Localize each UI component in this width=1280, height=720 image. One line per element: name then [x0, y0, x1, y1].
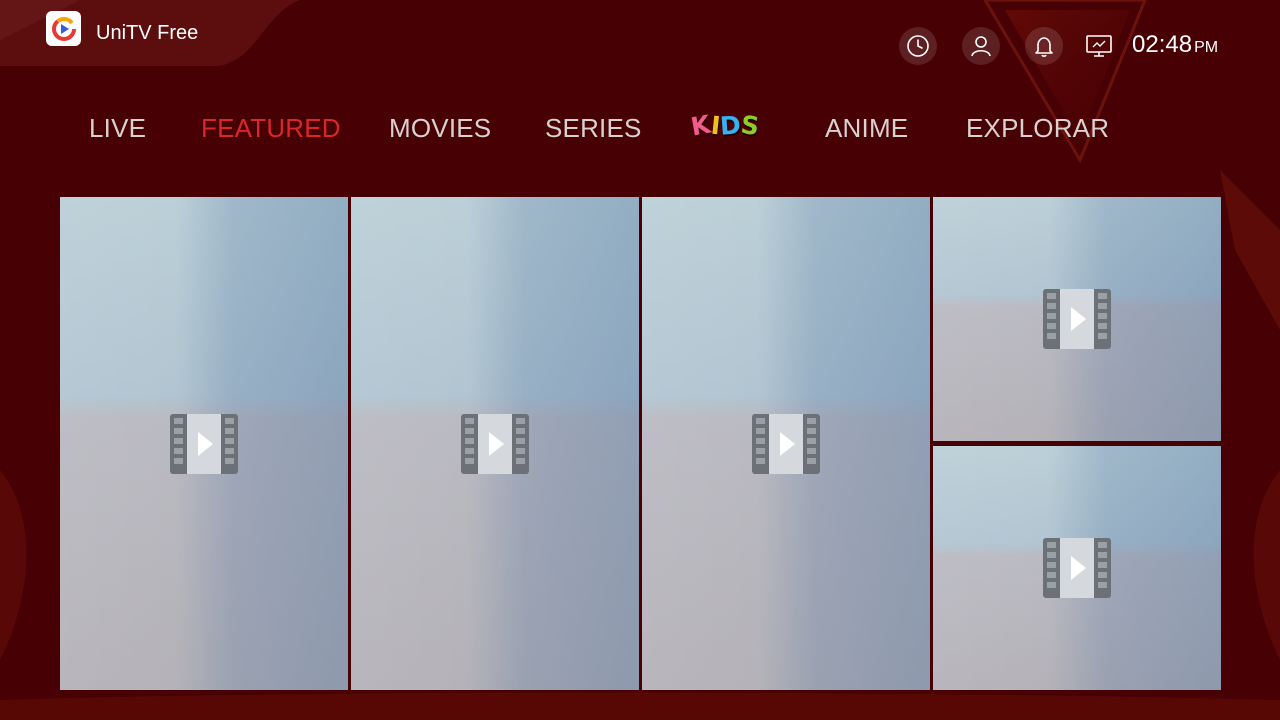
main-nav: LIVE FEATURED MOVIES SERIES KIDS ANIME E…: [0, 109, 1280, 147]
user-profile-icon: [971, 36, 991, 57]
clock-time: 02:48: [1132, 31, 1193, 58]
featured-tile-2[interactable]: [351, 197, 639, 690]
notifications-button[interactable]: [1025, 27, 1063, 65]
tab-live[interactable]: LIVE: [89, 113, 146, 144]
history-clock-icon: [907, 35, 929, 57]
featured-tile-5[interactable]: [933, 446, 1221, 690]
app-title: UniTV Free: [96, 22, 199, 44]
app-logo: [46, 11, 81, 46]
clock-ampm: PM: [1194, 39, 1219, 56]
featured-tile-3[interactable]: [642, 197, 930, 690]
profile-button[interactable]: [962, 27, 1000, 65]
tab-explorar[interactable]: EXPLORAR: [966, 113, 1109, 144]
cast-button[interactable]: [1080, 27, 1118, 65]
featured-tile-1[interactable]: [60, 197, 348, 690]
video-placeholder-icon: [170, 413, 238, 474]
tab-series[interactable]: SERIES: [545, 113, 642, 144]
tab-featured[interactable]: FEATURED: [201, 113, 341, 144]
video-placeholder-icon: [1043, 538, 1111, 598]
clock: 02:48 PM: [1132, 31, 1218, 59]
video-placeholder-icon: [1043, 289, 1111, 349]
unitv-logo-icon: [51, 16, 76, 41]
tab-anime[interactable]: ANIME: [825, 113, 908, 144]
tab-movies[interactable]: MOVIES: [389, 113, 491, 144]
notification-bell-icon: [1035, 37, 1053, 57]
video-placeholder-icon: [752, 413, 820, 474]
featured-tile-4[interactable]: [933, 197, 1221, 441]
kids-letter-s: S: [739, 109, 762, 142]
video-placeholder-icon: [461, 413, 529, 474]
tab-kids[interactable]: KIDS: [689, 109, 762, 142]
history-button[interactable]: [899, 27, 937, 65]
screen-cast-icon: [1086, 35, 1112, 57]
